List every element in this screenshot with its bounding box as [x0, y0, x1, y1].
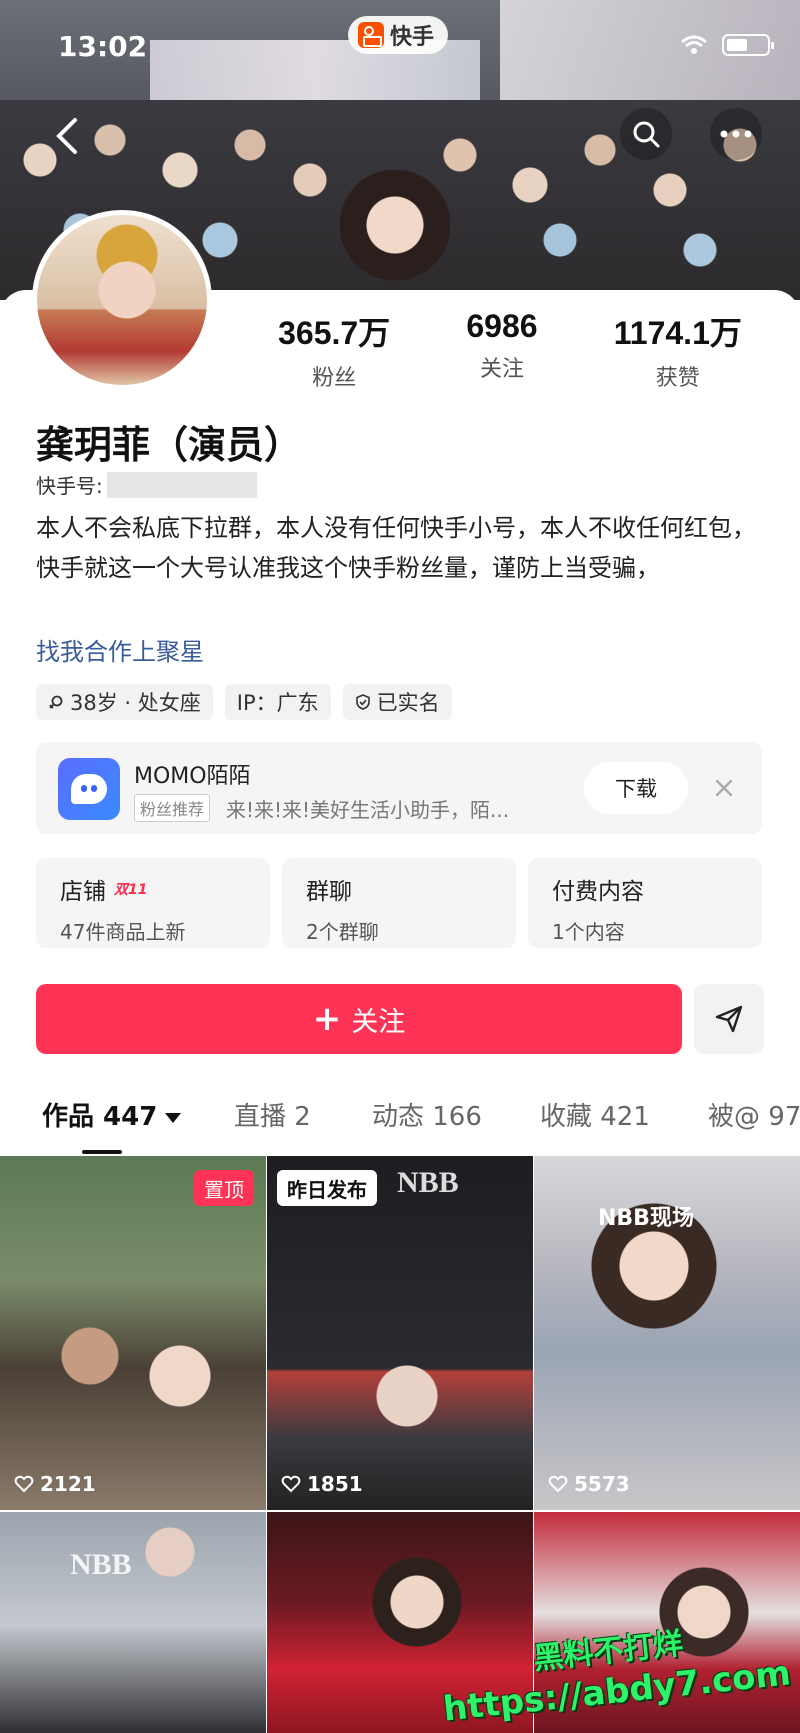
stat-label: 粉丝: [312, 366, 357, 391]
tab-works[interactable]: 作品 447: [42, 1096, 182, 1133]
entry-subtitle: 2个群聊: [306, 920, 379, 944]
tag-ip: IP：广东: [224, 684, 331, 720]
stat-value: 365.7万: [278, 315, 391, 351]
tag-label: 已实名: [376, 691, 440, 715]
content-tabs: 作品 447 直播 2 动态 166 收藏 421 被@ 97: [0, 1096, 800, 1156]
tab-underline: [82, 1150, 122, 1154]
entry-subtitle: 47件商品上新: [60, 920, 186, 944]
tag-label: 38岁 · 处女座: [70, 691, 201, 715]
caret-down-icon: [165, 1112, 182, 1123]
like-count-value: 2121: [40, 1472, 96, 1496]
kuaishou-id[interactable]: 快手号:: [36, 470, 257, 499]
close-icon[interactable]: [708, 772, 740, 804]
heart-icon: [14, 1475, 34, 1493]
banner-person: [340, 170, 450, 300]
back-button[interactable]: [42, 112, 90, 160]
share-button[interactable]: [694, 984, 764, 1054]
profile-name: 龚玥菲（演员）: [36, 423, 303, 467]
stat-value: 6986: [466, 308, 538, 344]
pinned-badge: 置顶: [194, 1170, 254, 1206]
like-count: 1851: [281, 1472, 363, 1496]
ad-card[interactable]: MOMO陌陌 粉丝推荐 来!来!来!美好生活小助手，陌... 下载: [36, 742, 762, 834]
momo-app-icon: [58, 758, 120, 820]
stat-label: 获赞: [655, 366, 700, 391]
entry-group-chat[interactable]: 群聊 2个群聊: [282, 858, 516, 948]
search-button[interactable]: [620, 108, 672, 160]
tab-live[interactable]: 直播 2: [234, 1096, 311, 1133]
entry-shop[interactable]: 店铺 双11 47件商品上新: [36, 858, 270, 948]
entry-title-row: 付费内容: [552, 872, 762, 906]
stat-value: 1174.1万: [613, 315, 742, 351]
like-count-value: 1851: [307, 1472, 363, 1496]
avatar[interactable]: [32, 210, 212, 390]
tab-label: 作品 447: [42, 1102, 158, 1132]
verified-icon: [355, 694, 370, 710]
heart-icon: [548, 1475, 568, 1493]
tag-label: IP：广东: [236, 691, 319, 715]
status-indicators: [680, 34, 774, 56]
like-count: 5573: [548, 1472, 630, 1496]
video-caption: NBB现场: [598, 1206, 694, 1231]
entry-subtitle: 1个内容: [552, 920, 625, 944]
stat-following[interactable]: 6986 关注: [466, 308, 537, 392]
like-count-value: 5573: [574, 1472, 630, 1496]
entry-title: 群聊: [306, 879, 352, 905]
more-icon: [720, 130, 752, 138]
collab-link[interactable]: 找我合作上聚星: [36, 632, 204, 667]
follow-button[interactable]: + 关注: [36, 984, 682, 1054]
status-bar: 13:02 快手: [0, 0, 800, 96]
video-tile[interactable]: 置顶 2121: [0, 1156, 266, 1510]
stat-fans[interactable]: 365.7万 粉丝: [278, 308, 390, 392]
follow-label: 关注: [351, 1006, 406, 1038]
tab-mentions[interactable]: 被@ 97: [708, 1096, 800, 1133]
stat-label: 关注: [479, 357, 524, 382]
back-icon: [56, 118, 77, 154]
gender-icon: [49, 695, 63, 709]
ad-download-button[interactable]: 下载: [584, 762, 688, 814]
plus-icon: +: [312, 999, 342, 1039]
tab-moments[interactable]: 动态 166: [372, 1096, 482, 1133]
like-count: 2121: [14, 1472, 96, 1496]
kuaishou-id-label: 快手号:: [36, 474, 103, 498]
stat-likes[interactable]: 1174.1万 获赞: [614, 308, 742, 392]
video-tile[interactable]: NBB现场 5573: [534, 1156, 800, 1510]
tab-favorites[interactable]: 收藏 421: [540, 1096, 650, 1133]
profile-bio: 本人不会私底下拉群，本人没有任何快手小号，本人不收任何红包，快手就这一个大号认准…: [36, 514, 756, 582]
search-icon: [633, 121, 660, 148]
entry-cards: 店铺 双11 47件商品上新 群聊 2个群聊 付费内容 1个内容: [36, 858, 800, 948]
more-button[interactable]: [710, 108, 762, 160]
kuaishou-logo-icon: [358, 22, 384, 48]
entry-paid-content[interactable]: 付费内容 1个内容: [528, 858, 762, 948]
new-badge: 昨日发布: [277, 1170, 377, 1206]
tag-age[interactable]: 38岁 · 处女座: [36, 684, 213, 720]
ad-description: 来!来!来!美好生活小助手，陌...: [226, 798, 510, 822]
stats-row: 365.7万 粉丝 6986 关注 1174.1万 获赞: [240, 308, 780, 392]
entry-title: 付费内容: [552, 879, 644, 905]
double11-badge: 双11: [114, 882, 148, 898]
nbb-logo: NBB: [397, 1166, 459, 1199]
brand-pill[interactable]: 快手: [348, 16, 449, 54]
entry-title-row: 店铺 双11: [60, 872, 270, 906]
entry-title: 店铺: [60, 879, 106, 905]
ad-title: MOMO陌陌: [134, 764, 251, 789]
status-time: 13:02: [58, 30, 148, 63]
tag-verified[interactable]: 已实名: [342, 684, 452, 720]
heart-icon: [281, 1475, 301, 1493]
video-tile[interactable]: NBB: [0, 1512, 266, 1733]
nbb-logo: NBB: [70, 1548, 132, 1581]
wifi-icon: [681, 35, 707, 54]
kuaishou-id-redacted: [106, 471, 257, 498]
ad-badge: 粉丝推荐: [134, 794, 211, 822]
battery-icon: [722, 34, 774, 56]
send-icon: [715, 1005, 743, 1033]
video-tile[interactable]: NBB 昨日发布 1851: [267, 1156, 533, 1510]
entry-title-row: 群聊: [306, 872, 516, 906]
brand-name: 快手: [390, 25, 435, 50]
profile-tags: 38岁 · 处女座 IP：广东 已实名: [36, 684, 452, 720]
